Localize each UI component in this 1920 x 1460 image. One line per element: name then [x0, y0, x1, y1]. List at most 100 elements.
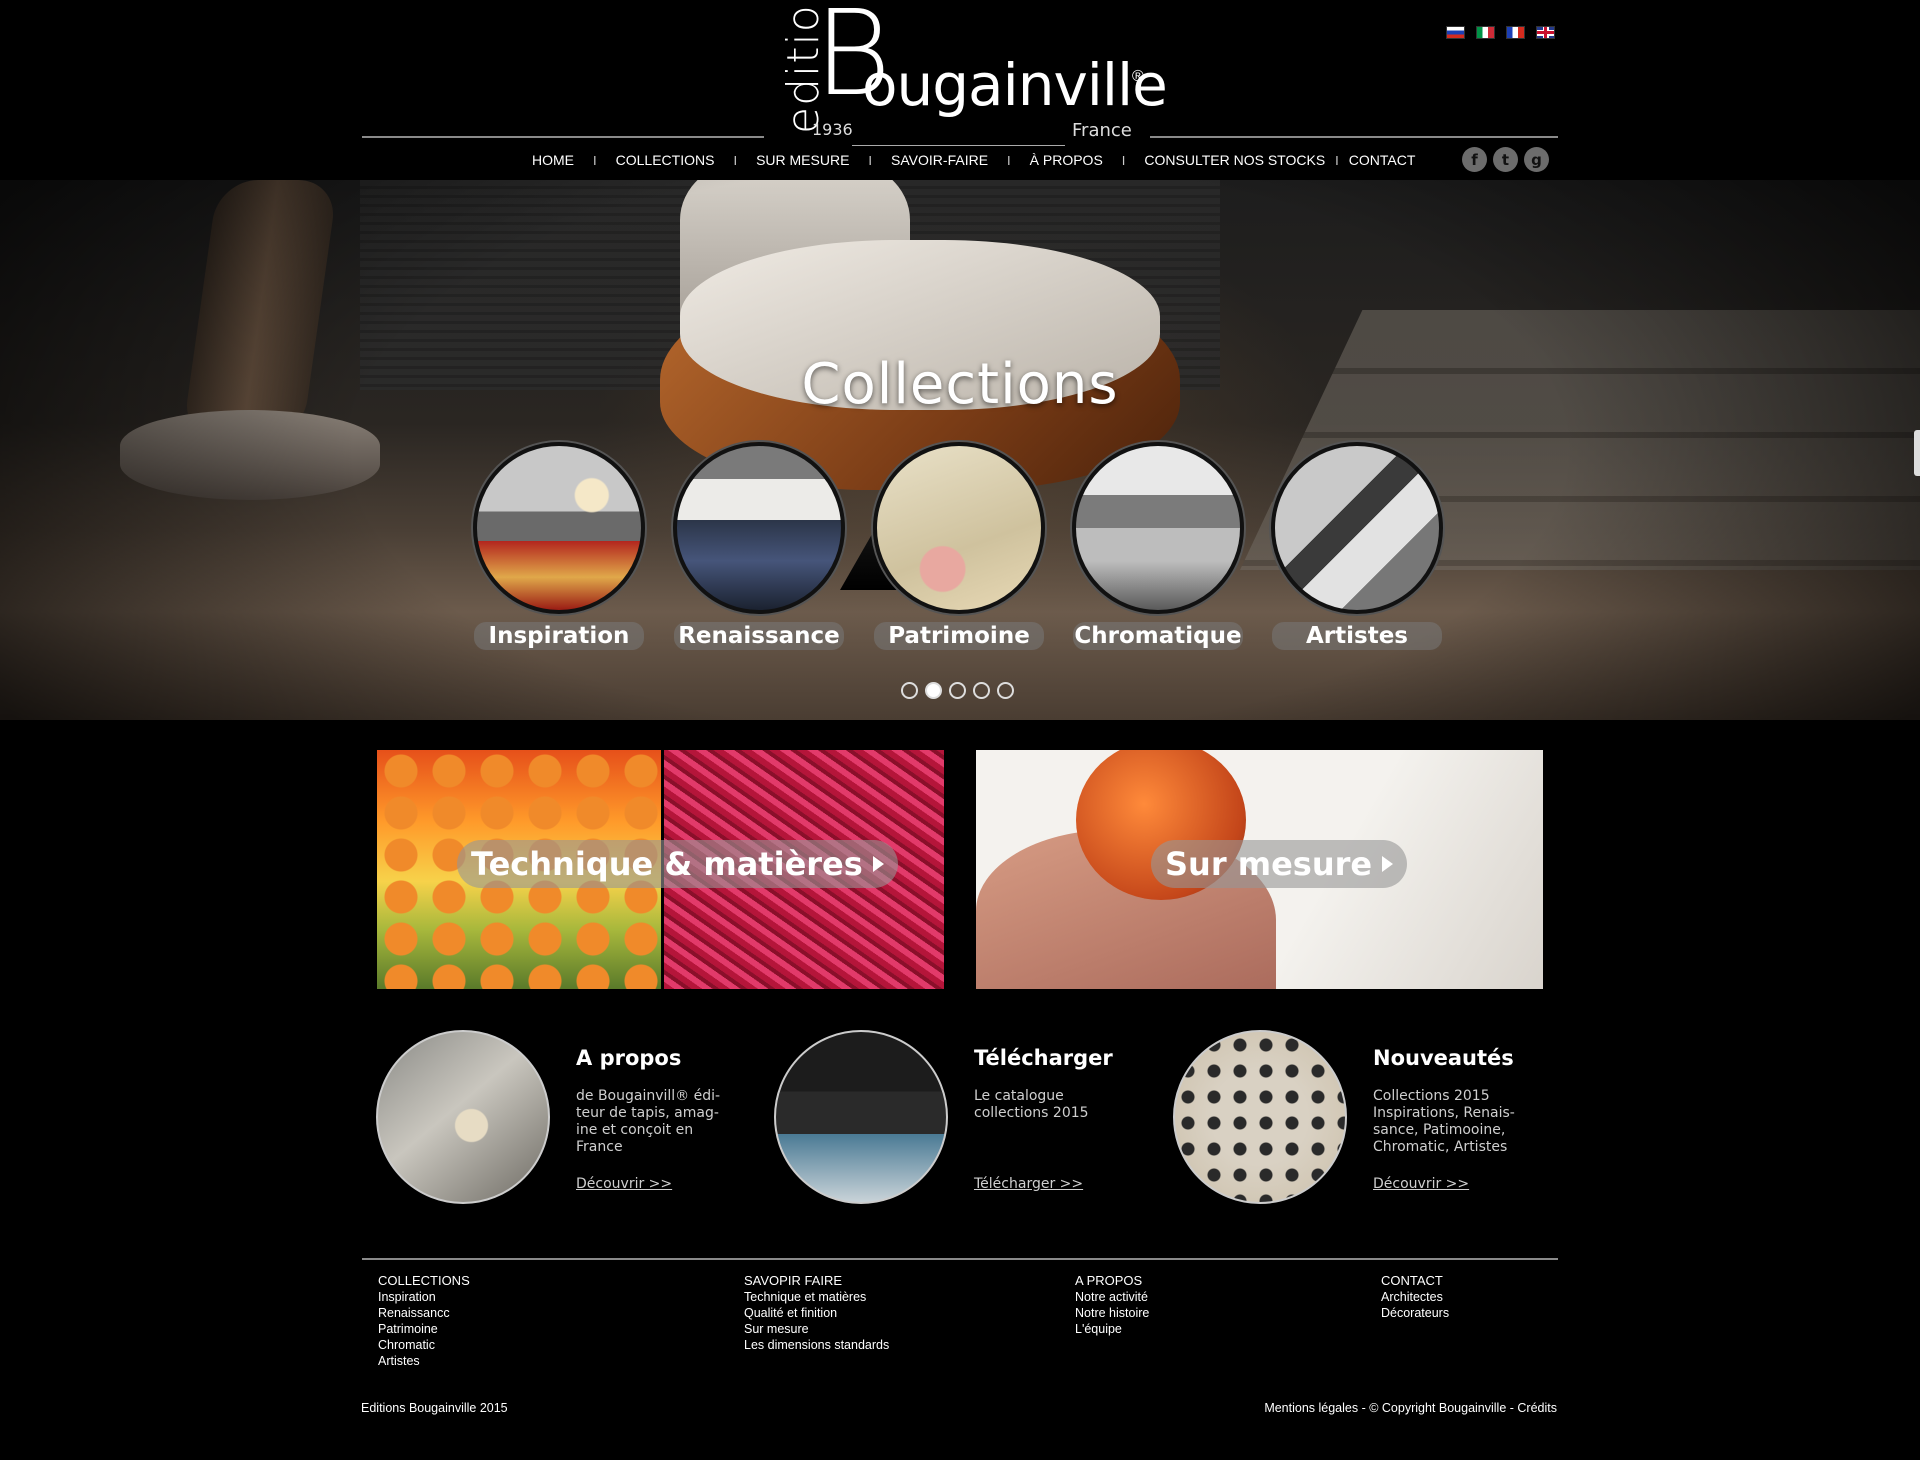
footer-link[interactable]: Architectes [1381, 1289, 1449, 1305]
footer-divider [362, 1258, 1558, 1260]
language-switcher [1446, 26, 1555, 39]
feature-a-propos: A propos de Bougainvill® édi-teur de tap… [376, 1030, 776, 1210]
feature-discover-link[interactable]: Découvrir >> [1373, 1176, 1469, 1192]
slider-dot[interactable] [925, 682, 942, 699]
feature-telecharger: Télécharger Le catalogue collections 201… [774, 1030, 1174, 1210]
tile-technique-matieres[interactable]: Technique & matières [377, 750, 944, 989]
tile-sur-mesure-label[interactable]: Sur mesure [1151, 840, 1408, 888]
nav-a-propos[interactable]: À PROPOS [1030, 152, 1103, 168]
nav-separator: I [593, 152, 597, 168]
collection-inspiration[interactable]: Inspiration [469, 442, 649, 650]
italy-flag-icon[interactable] [1476, 26, 1495, 39]
slider-dot[interactable] [901, 682, 918, 699]
nav-sur-mesure[interactable]: SUR MESURE [756, 152, 849, 168]
feature-nouveautes: Nouveautés Collections 2015 Inspirations… [1173, 1030, 1573, 1210]
nav-separator: I [1335, 152, 1339, 168]
logo-country: France [1072, 120, 1132, 141]
play-arrow-icon [872, 856, 884, 872]
feature-text: de Bougainvill® édi-teur de tapis, amag-… [576, 1088, 721, 1155]
collection-chromatique-image[interactable] [1072, 442, 1244, 614]
slider-pagination [901, 682, 1014, 699]
tile-sur-mesure-text: Sur mesure [1165, 845, 1373, 883]
collection-label[interactable]: Chromatique [1073, 622, 1243, 650]
footer-column-contact: CONTACT Architectes Décorateurs [1381, 1273, 1449, 1321]
collection-renaissance[interactable]: Renaissance [669, 442, 849, 650]
footer-link[interactable]: Décorateurs [1381, 1305, 1449, 1321]
tile-sur-mesure[interactable]: Sur mesure [976, 750, 1543, 989]
footer-column-savoir-faire: SAVOPIR FAIRE Technique et matières Qual… [744, 1273, 889, 1353]
footer-link[interactable]: Qualité et finition [744, 1305, 889, 1321]
main-nav: HOME I COLLECTIONS I SUR MESURE I SAVOIR… [532, 152, 1415, 168]
france-flag-icon[interactable] [1506, 26, 1525, 39]
collection-label[interactable]: Artistes [1272, 622, 1442, 650]
feature-a-propos-image[interactable] [376, 1030, 550, 1204]
footer-link[interactable]: Renaissancc [378, 1305, 470, 1321]
footer-copyright: Editions Bougainville 2015 [361, 1401, 508, 1415]
feature-nouveautes-image[interactable] [1173, 1030, 1347, 1204]
footer-link[interactable]: Patrimoine [378, 1321, 470, 1337]
slider-dot[interactable] [997, 682, 1014, 699]
nav-separator: I [733, 152, 738, 168]
footer-link[interactable]: L'équipe [1075, 1321, 1149, 1337]
footer-heading[interactable]: CONTACT [1381, 1273, 1449, 1289]
hero-title: Collections [801, 352, 1119, 417]
slider-next-handle[interactable] [1914, 430, 1920, 476]
footer-link[interactable]: Notre activité [1075, 1289, 1149, 1305]
header-divider-left [362, 136, 764, 138]
twitter-icon[interactable]: t [1493, 147, 1518, 172]
site-header: edition B ougainville ® 1936 France HOME… [0, 0, 1920, 180]
collection-artistes-image[interactable] [1271, 442, 1443, 614]
footer-link[interactable]: Sur mesure [744, 1321, 889, 1337]
russia-flag-icon[interactable] [1446, 26, 1465, 39]
footer-heading[interactable]: A PROPOS [1075, 1273, 1149, 1289]
slider-dot[interactable] [949, 682, 966, 699]
feature-download-link[interactable]: Télécharger >> [974, 1176, 1083, 1192]
slider-dot[interactable] [973, 682, 990, 699]
logo-underline [852, 145, 1065, 146]
collection-label[interactable]: Inspiration [474, 622, 644, 650]
collection-chromatique[interactable]: Chromatique [1068, 442, 1248, 650]
footer-link[interactable]: Notre histoire [1075, 1305, 1149, 1321]
tile-technique-text: Technique & matières [471, 845, 863, 883]
site-logo[interactable]: edition B ougainville ® 1936 France [770, 0, 1170, 146]
header-divider-right [1150, 136, 1558, 138]
collection-patrimoine[interactable]: Patrimoine [869, 442, 1049, 650]
nav-collections[interactable]: COLLECTIONS [616, 152, 715, 168]
collection-artistes[interactable]: Artistes [1267, 442, 1447, 650]
footer-column-collections: COLLECTIONS Inspiration Renaissancc Patr… [378, 1273, 470, 1369]
nav-separator: I [1121, 152, 1126, 168]
feature-text: Collections 2015 Inspirations, Renais-sa… [1373, 1088, 1515, 1155]
footer-link[interactable]: Artistes [378, 1353, 470, 1369]
footer-heading[interactable]: COLLECTIONS [378, 1273, 470, 1289]
footer-legal-links[interactable]: Mentions légales - © Copyright Bougainvi… [1264, 1401, 1557, 1415]
collection-label[interactable]: Patrimoine [874, 622, 1044, 650]
feature-title: Nouveautés [1373, 1046, 1514, 1070]
tile-technique-label[interactable]: Technique & matières [457, 840, 898, 888]
uk-flag-icon[interactable] [1536, 26, 1555, 39]
collection-patrimoine-image[interactable] [873, 442, 1045, 614]
hero-slider: Collections Inspiration Renaissance Patr… [0, 180, 1920, 720]
nav-home[interactable]: HOME [532, 152, 574, 168]
footer-column-a-propos: A PROPOS Notre activité Notre histoire L… [1075, 1273, 1149, 1337]
footer-link[interactable]: Les dimensions standards [744, 1337, 889, 1353]
feature-title: Télécharger [974, 1046, 1113, 1070]
footer-link[interactable]: Inspiration [378, 1289, 470, 1305]
collection-label[interactable]: Renaissance [674, 622, 844, 650]
nav-savoir-faire[interactable]: SAVOIR-FAIRE [891, 152, 988, 168]
feature-telecharger-image[interactable] [774, 1030, 948, 1204]
collection-renaissance-image[interactable] [673, 442, 845, 614]
social-links: f t g [1462, 147, 1549, 172]
logo-brand: ougainville [862, 51, 1168, 119]
collection-inspiration-image[interactable] [473, 442, 645, 614]
footer-link[interactable]: Chromatic [378, 1337, 470, 1353]
logo-year: 1936 [812, 120, 853, 139]
feature-discover-link[interactable]: Découvrir >> [576, 1176, 672, 1192]
nav-separator: I [868, 152, 873, 168]
nav-stocks[interactable]: CONSULTER NOS STOCKS [1144, 152, 1325, 168]
google-plus-icon[interactable]: g [1524, 147, 1549, 172]
footer-link[interactable]: Technique et matières [744, 1289, 889, 1305]
footer-heading[interactable]: SAVOPIR FAIRE [744, 1273, 889, 1289]
play-arrow-icon [1382, 856, 1394, 872]
nav-contact[interactable]: CONTACT [1349, 152, 1416, 168]
facebook-icon[interactable]: f [1462, 147, 1487, 172]
